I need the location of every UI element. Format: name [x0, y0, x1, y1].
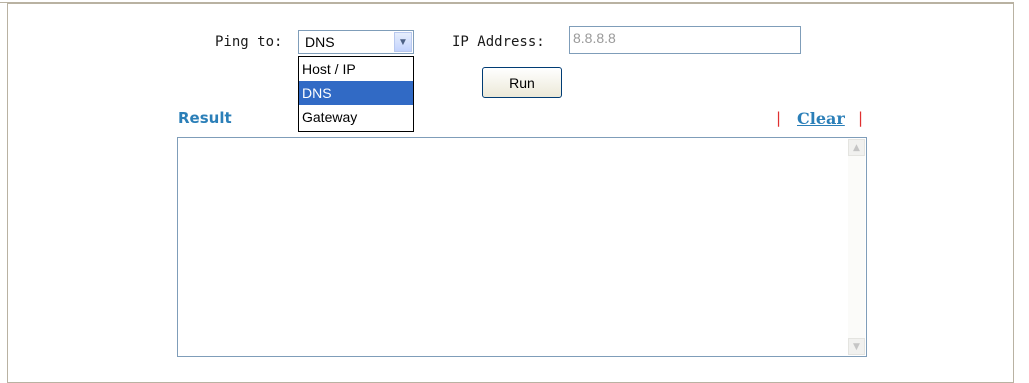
- separator-right: |: [858, 109, 864, 127]
- ping-to-dropdown-list: Host / IP DNS Gateway: [298, 56, 414, 132]
- result-scrollbar[interactable]: ▲ ▼: [848, 139, 865, 355]
- ip-address-label: IP Address:: [452, 34, 545, 50]
- run-button[interactable]: Run: [482, 67, 562, 98]
- ping-to-select[interactable]: DNS ▼: [298, 30, 414, 54]
- ping-to-selected-value: DNS: [305, 34, 335, 50]
- option-gateway[interactable]: Gateway: [299, 105, 413, 129]
- scroll-down-arrow-icon[interactable]: ▼: [848, 338, 865, 355]
- clear-link[interactable]: Clear: [797, 109, 845, 128]
- result-title: Result: [178, 109, 232, 127]
- scroll-up-arrow-icon[interactable]: ▲: [848, 139, 865, 156]
- chevron-down-icon[interactable]: ▼: [394, 32, 412, 52]
- ip-address-input[interactable]: 8.8.8.8: [569, 26, 801, 54]
- result-textarea[interactable]: ▲ ▼: [177, 137, 867, 357]
- option-host-ip[interactable]: Host / IP: [299, 57, 413, 81]
- ping-to-label: Ping to:: [215, 34, 283, 50]
- option-dns[interactable]: DNS: [299, 81, 413, 105]
- separator-left: |: [776, 109, 782, 127]
